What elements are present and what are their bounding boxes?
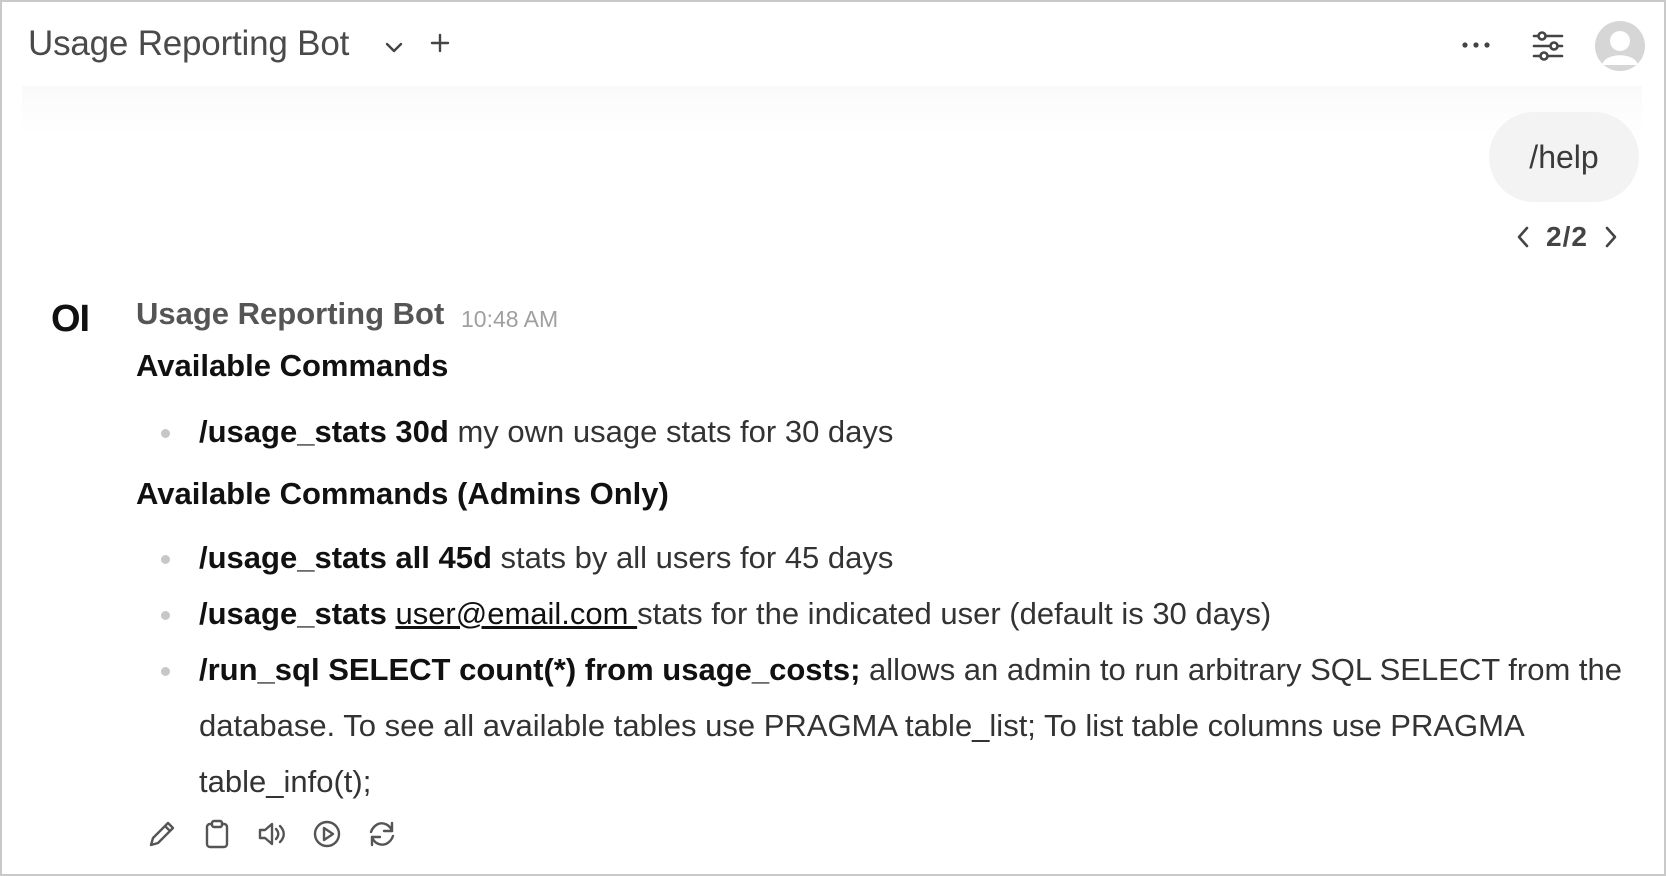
edit-icon[interactable] — [145, 817, 179, 851]
section-heading: Available Commands — [136, 348, 449, 383]
speaker-icon[interactable] — [255, 817, 289, 851]
admin-command-list: /usage_stats all 45d stats by all users … — [136, 530, 1636, 810]
message-actions — [145, 814, 399, 854]
chat-header: Usage Reporting Bot — [2, 2, 1664, 90]
bot-message-content: Available Commands /usage_stats 30d my o… — [136, 348, 1636, 810]
play-icon[interactable] — [310, 817, 344, 851]
chevron-left-icon[interactable] — [1510, 220, 1536, 254]
copy-icon[interactable] — [200, 817, 234, 851]
chevron-down-icon[interactable] — [382, 35, 406, 59]
pager-count: 2/2 — [1546, 221, 1588, 252]
more-dots-icon[interactable] — [1460, 32, 1492, 58]
list-item: /run_sql SELECT count(*) from usage_cost… — [136, 642, 1636, 810]
command-text: /run_sql SELECT count(*) from usage_cost… — [199, 652, 861, 687]
email-link[interactable]: user@email.com — [395, 596, 637, 631]
regenerate-icon[interactable] — [365, 817, 399, 851]
user-avatar[interactable] — [1595, 21, 1645, 71]
bot-logo: OI — [51, 298, 90, 340]
list-item: /usage_stats user@email.com stats for th… — [136, 586, 1636, 642]
model-title[interactable]: Usage Reporting Bot — [28, 24, 349, 64]
command-text: /usage_stats — [199, 596, 387, 631]
user-message-bubble: /help — [1489, 112, 1639, 202]
list-item: /usage_stats all 45d stats by all users … — [136, 530, 1636, 586]
chat-window: Usage Reporting Bot /help 2/2 OI Usage R… — [0, 0, 1666, 876]
command-text: /usage_stats 30d — [199, 414, 449, 449]
message-timestamp: 10:48 AM — [461, 306, 559, 332]
command-text: /usage_stats all 45d — [199, 540, 492, 575]
command-description: stats for the indicated user (default is… — [637, 596, 1272, 631]
list-item: /usage_stats 30d my own usage stats for … — [136, 404, 1636, 460]
section-heading-admin: Available Commands (Admins Only) — [136, 476, 669, 511]
sliders-icon[interactable] — [1530, 28, 1566, 64]
response-pager: 2/2 — [1510, 220, 1624, 254]
bot-name: Usage Reporting Bot — [136, 296, 445, 331]
command-description: my own usage stats for 30 days — [448, 414, 894, 449]
plus-icon[interactable] — [428, 31, 452, 55]
command-description: stats by all users for 45 days — [491, 540, 894, 575]
command-list: /usage_stats 30d my own usage stats for … — [136, 404, 1636, 460]
header-fade — [22, 86, 1642, 136]
chevron-right-icon[interactable] — [1598, 220, 1624, 254]
